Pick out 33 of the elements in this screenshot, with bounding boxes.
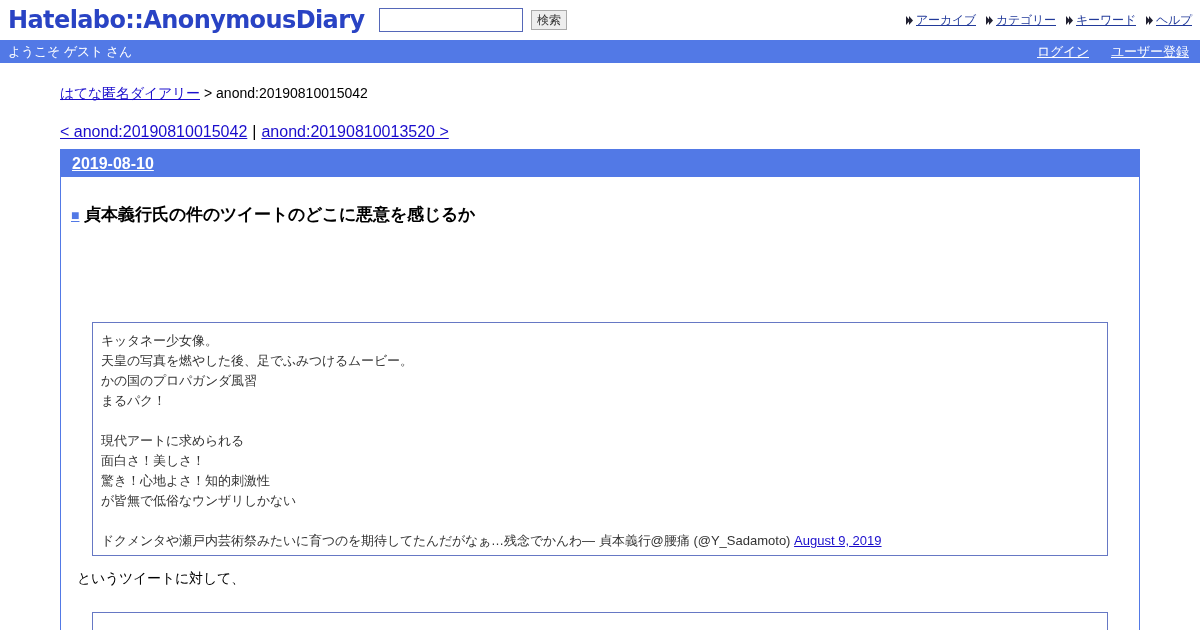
arrow-icon	[986, 15, 993, 25]
arrow-icon	[1066, 15, 1073, 25]
search-field[interactable]	[378, 8, 523, 32]
separator-text: |	[252, 123, 257, 141]
quote-line: 天皇の写真を燃やした後、足でふみつけるムービー。	[101, 352, 414, 370]
quote-line: まるパク！	[101, 392, 167, 410]
breadcrumb-current: > anond:20190810015042	[204, 85, 368, 103]
site-logo[interactable]: Hatelabo::AnonymousDiary	[8, 6, 365, 34]
entry-title: 貞本義行氏の件のツイートのどこに悪意を感じるか	[84, 204, 476, 226]
account-link[interactable]: ログイン	[1037, 42, 1089, 61]
tweet-date-link[interactable]: August 9, 2019	[794, 533, 882, 548]
nav-link[interactable]: ヘルプ	[1146, 11, 1192, 29]
next-entry-link[interactable]: anond:20190810013520 >	[261, 123, 449, 141]
quote-line: 現代アートに求められる	[101, 432, 245, 450]
entry-permalink[interactable]: ■	[71, 206, 80, 223]
search-button[interactable]: 検索	[530, 10, 567, 30]
quote-line: キッタネー少女像。	[101, 332, 219, 350]
arrow-icon	[1146, 15, 1153, 25]
account-link[interactable]: ユーザー登録	[1111, 42, 1189, 61]
breadcrumb-link[interactable]: はてな匿名ダイアリー	[60, 85, 200, 103]
nav-link[interactable]: キーワード	[1066, 11, 1136, 29]
arrow-icon	[906, 15, 913, 25]
body-text: というツイートに対して、	[77, 570, 246, 588]
nav-link[interactable]: カテゴリー	[986, 11, 1056, 29]
quote-line: 驚き！心地よさ！知的刺激性	[101, 472, 271, 490]
date-link[interactable]: 2019-08-10	[72, 154, 154, 173]
nav-link[interactable]: アーカイブ	[906, 11, 976, 29]
quote-line: 面白さ！美しさ！	[101, 452, 206, 470]
previous-entry-link[interactable]: < anond:20190810015042	[60, 123, 248, 141]
greeting-text: ようこそ ゲスト さん	[8, 42, 133, 61]
quote-source: ドクメンタや瀬戸内芸術祭みたいに育つのを期待してたんだがなぁ…残念でかんわ— 貞本義行@腰痛 (@Y_Sadamoto) August 9, 2019	[101, 532, 883, 550]
quote-line: かの国のプロパガンダ風習	[101, 372, 258, 390]
quote-line: が皆無で低俗なウンザリしかない	[101, 492, 297, 510]
